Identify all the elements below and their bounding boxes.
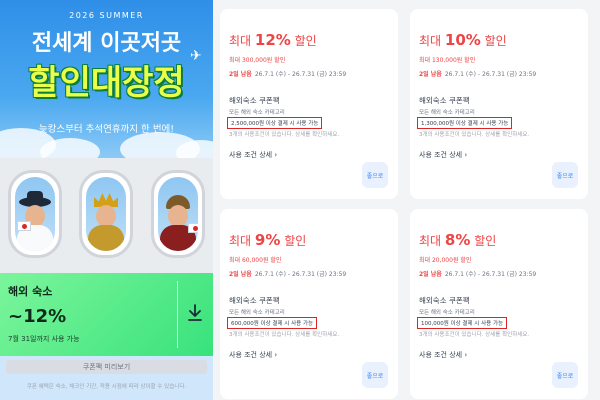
divider xyxy=(177,281,178,348)
coupon-title: 최대 12% 할인 xyxy=(229,31,317,49)
coupon-note: 3개의 사용조건이 있습니다. 상세를 확인하세요. xyxy=(229,332,340,338)
days-left-badge: 2일 남음 xyxy=(419,71,442,78)
date-range: 26.7.1 (수) - 26.7.31 (금) 23:59 xyxy=(254,71,347,78)
coupon-detail-link[interactable]: 사용 조건 상세 › xyxy=(229,150,277,160)
promo-subtitle: 늦캉스부터 추석연휴까지 한 번에! xyxy=(38,124,175,135)
coupon-title: 최대 9% 할인 xyxy=(229,231,307,249)
airplane-window xyxy=(151,170,205,258)
coupon-category: 모든 해외 숙소 카테고리 xyxy=(419,110,475,116)
coupon-validity: 2일 남음 26.7.1 (수) - 26.7.31 (금) 23:59 xyxy=(229,69,346,78)
promo-year: 2026 SUMMER xyxy=(69,11,144,20)
chevron-right-icon: › xyxy=(274,351,278,359)
coupon-category: 해외 숙소 xyxy=(8,285,53,298)
days-left-badge: 2일 남음 xyxy=(419,271,442,278)
airplane-window xyxy=(79,170,133,258)
coupon-max-amount: 최대 60,000원 할인 xyxy=(229,257,282,264)
coupon-condition: 100,000원 이상 결제 시 사용 가능 xyxy=(417,317,508,329)
airplane-window xyxy=(8,170,62,258)
coupon-card: 최대 8% 할인 최대 20,000원 할인 2일 남음 26.7.1 (수) -… xyxy=(410,209,588,399)
coupon-card: 최대 12% 할인 최대 300,000원 할인 2일 남음 26.7.1 (수)… xyxy=(220,9,398,199)
coupon-title: 최대 10% 할인 xyxy=(419,31,507,49)
coupon-note: 3개의 사용조건이 있습니다. 상세를 확인하세요. xyxy=(419,132,530,138)
coupon-validity: 2일 남음 26.7.1 (수) - 26.7.31 (금) 23:59 xyxy=(419,269,536,278)
coupon-validity: 2일 남음 26.7.1 (수) - 26.7.31 (금) 23:59 xyxy=(229,269,346,278)
date-range: 26.7.1 (수) - 26.7.31 (금) 23:59 xyxy=(254,271,347,278)
promo-title-line2: 할인대장정 xyxy=(28,63,185,103)
coupon-condition: 600,000원 이상 결제 시 사용 가능 xyxy=(227,317,318,329)
page: 2026 SUMMER 전세계 이곳저곳 ✈ 할인대장정 늦캉스부터 추석연휴까… xyxy=(0,0,600,400)
coupon-max-discount: ~12% xyxy=(8,306,67,327)
coupon-summary-card[interactable]: 해외 숙소 ~12% 7월 31일까지 사용 가능 xyxy=(0,273,213,356)
coupon-percent: 8% xyxy=(444,231,471,249)
coupon-name: 해외숙소 쿠폰팩 xyxy=(419,296,470,305)
coupon-preview-button[interactable]: 쿠폰팩 미리보기 xyxy=(6,360,207,374)
coupon-card: 최대 10% 할인 최대 130,000원 할인 2일 남음 26.7.1 (수)… xyxy=(410,9,588,199)
coupon-percent: 10% xyxy=(444,31,481,49)
coupon-action-button[interactable]: 좋으로 xyxy=(362,362,388,388)
coupon-card: 최대 9% 할인 최대 60,000원 할인 2일 남음 26.7.1 (수) -… xyxy=(220,209,398,399)
coupon-percent: 12% xyxy=(254,31,291,49)
download-icon[interactable] xyxy=(183,301,207,325)
coupon-category: 모든 해외 숙소 카테고리 xyxy=(229,110,285,116)
date-range: 26.7.1 (수) - 26.7.31 (금) 23:59 xyxy=(444,71,537,78)
chevron-right-icon: › xyxy=(464,351,468,359)
coupon-condition: 2,500,000원 이상 결제 시 사용 가능 xyxy=(227,117,323,129)
footnote: 쿠폰 혜택은 숙소, 체크인 기간, 적용 시점에 따라 상이할 수 있습니다. xyxy=(26,384,187,390)
coupon-detail-link[interactable]: 사용 조건 상세 › xyxy=(419,350,467,360)
coupon-period: 7월 31일까지 사용 가능 xyxy=(8,335,80,343)
coupon-condition: 1,300,000원 이상 결제 시 사용 가능 xyxy=(417,117,513,129)
korean-flag-icon xyxy=(188,223,198,233)
coupon-name: 해외숙소 쿠폰팩 xyxy=(419,96,470,105)
days-left-badge: 2일 남음 xyxy=(229,71,252,78)
korean-flag-icon xyxy=(17,221,31,231)
chevron-right-icon: › xyxy=(464,151,468,159)
date-range: 26.7.1 (수) - 26.7.31 (금) 23:59 xyxy=(444,271,537,278)
person-illustration xyxy=(86,191,126,251)
coupon-action-button[interactable]: 좋으로 xyxy=(552,362,578,388)
coupon-name: 해외숙소 쿠폰팩 xyxy=(229,296,280,305)
coupon-action-button[interactable]: 좋으로 xyxy=(552,162,578,188)
chevron-right-icon: › xyxy=(274,151,278,159)
coupon-percent: 9% xyxy=(254,231,281,249)
coupon-validity: 2일 남음 26.7.1 (수) - 26.7.31 (금) 23:59 xyxy=(419,69,536,78)
coupon-detail-link[interactable]: 사용 조건 상세 › xyxy=(419,150,467,160)
days-left-badge: 2일 남음 xyxy=(229,271,252,278)
coupon-detail-link[interactable]: 사용 조건 상세 › xyxy=(229,350,277,360)
coupon-max-amount: 최대 20,000원 할인 xyxy=(419,257,472,264)
coupon-max-amount: 최대 300,000원 할인 xyxy=(229,57,286,64)
coupon-category: 모든 해외 숙소 카테고리 xyxy=(229,310,285,316)
coupon-action-button[interactable]: 좋으로 xyxy=(362,162,388,188)
coupon-title: 최대 8% 할인 xyxy=(419,231,497,249)
coupon-name: 해외숙소 쿠폰팩 xyxy=(229,96,280,105)
promo-title-line1: 전세계 이곳저곳 xyxy=(31,31,182,56)
coupon-category: 모든 해외 숙소 카테고리 xyxy=(419,310,475,316)
airplane-windows-illustration xyxy=(0,158,213,278)
coupon-note: 3개의 사용조건이 있습니다. 상세를 확인하세요. xyxy=(229,132,340,138)
coupon-note: 3개의 사용조건이 있습니다. 상세를 확인하세요. xyxy=(419,332,530,338)
person-illustration xyxy=(158,191,198,251)
coupon-max-amount: 최대 130,000원 할인 xyxy=(419,57,476,64)
promo-banner: 2026 SUMMER 전세계 이곳저곳 ✈ 할인대장정 늦캉스부터 추석연휴까… xyxy=(0,0,213,400)
